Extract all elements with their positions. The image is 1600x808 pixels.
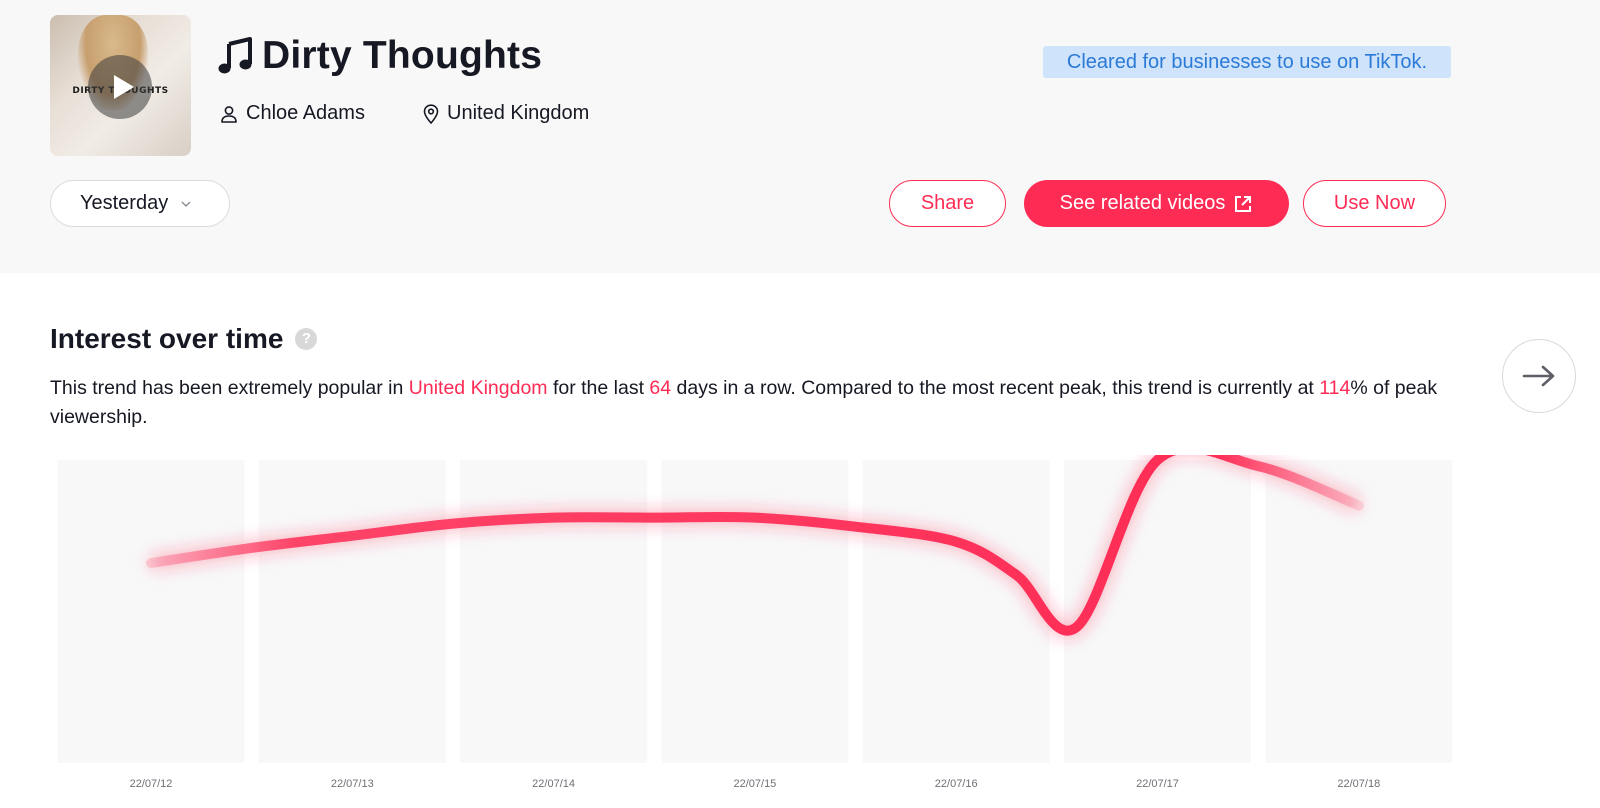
see-related-videos-button[interactable]: See related videos bbox=[1024, 180, 1289, 227]
desc-text-1: This trend has been extremely popular in bbox=[50, 377, 409, 399]
desc-country: United Kingdom bbox=[408, 377, 548, 399]
title-row: Dirty Thoughts bbox=[218, 34, 542, 78]
chevron-down-icon bbox=[181, 201, 191, 207]
desc-text-3: days in a row. Compared to the most rece… bbox=[671, 377, 1320, 399]
desc-days: 64 bbox=[649, 377, 672, 399]
country-name: United Kingdom bbox=[447, 102, 590, 124]
x-tick-label: 22/07/18 bbox=[1337, 778, 1380, 790]
trend-description: This trend has been extremely popular in… bbox=[50, 374, 1470, 432]
next-arrow-button[interactable] bbox=[1502, 339, 1576, 413]
help-icon[interactable]: ? bbox=[295, 328, 318, 350]
location-pin-icon bbox=[423, 103, 439, 124]
external-link-icon bbox=[1235, 195, 1252, 212]
section-title-text: Interest over time bbox=[50, 323, 284, 354]
x-tick-label: 22/07/13 bbox=[331, 778, 374, 790]
share-button[interactable]: Share bbox=[889, 180, 1006, 227]
desc-percent: 114 bbox=[1319, 377, 1351, 399]
chart-day-band bbox=[460, 460, 648, 763]
use-now-button[interactable]: Use Now bbox=[1303, 180, 1446, 227]
track-title: Dirty Thoughts bbox=[262, 34, 543, 77]
artist-info[interactable]: Chloe Adams bbox=[220, 102, 365, 125]
x-tick-label: 22/07/12 bbox=[130, 778, 173, 790]
chart-day-band bbox=[862, 460, 1050, 763]
commercial-cleared-badge: Cleared for businesses to use on TikTok. bbox=[1043, 46, 1451, 78]
chart-day-band bbox=[57, 460, 245, 763]
interest-over-time-heading: Interest over time ? bbox=[50, 323, 318, 355]
album-cover[interactable]: DIRTY THOUGHTS bbox=[50, 15, 191, 156]
desc-text-2: for the last bbox=[547, 377, 650, 399]
arrow-right-icon bbox=[1522, 365, 1555, 387]
see-related-videos-label: See related videos bbox=[1059, 192, 1226, 214]
x-tick-label: 22/07/17 bbox=[1136, 778, 1179, 790]
track-header: DIRTY THOUGHTS Dirty Thoughts Chloe Adam… bbox=[0, 0, 1600, 273]
period-value: Yesterday bbox=[80, 192, 169, 214]
play-icon[interactable] bbox=[88, 55, 152, 119]
x-tick-label: 22/07/14 bbox=[532, 778, 575, 790]
period-dropdown[interactable]: Yesterday bbox=[50, 180, 230, 227]
music-note-icon bbox=[218, 37, 252, 74]
artist-name: Chloe Adams bbox=[246, 102, 365, 124]
person-icon bbox=[221, 105, 237, 123]
interest-chart: 22/07/12 22/07/13 22/07/14 22/07/15 22/07/16… bbox=[57, 455, 1453, 790]
chart-day-band bbox=[258, 460, 446, 763]
x-tick-label: 22/07/15 bbox=[733, 778, 776, 790]
country-info: United Kingdom bbox=[423, 102, 589, 125]
x-tick-label: 22/07/16 bbox=[935, 778, 978, 790]
chart-day-band bbox=[661, 460, 849, 763]
